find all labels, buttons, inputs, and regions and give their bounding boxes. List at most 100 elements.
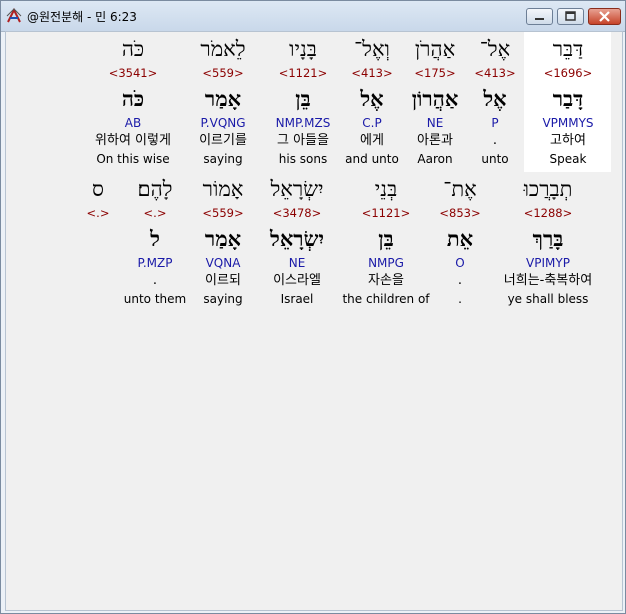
morph-code: NE — [426, 116, 444, 130]
morph-code: AB — [124, 116, 142, 130]
word-column[interactable]: ס <.> — [83, 176, 113, 310]
english-gloss: On this wise — [96, 152, 170, 166]
close-button[interactable] — [588, 8, 621, 25]
word-column[interactable]: דַּבֵּר <1696> דָּבַר VPMMYS 고하여 Speak — [523, 36, 613, 170]
strong-number: <.> — [86, 206, 110, 220]
minimize-icon — [535, 18, 544, 20]
hebrew-word: וְאֶל־ — [354, 37, 390, 61]
strong-number: <559> — [202, 66, 244, 80]
strong-number: <413> — [351, 66, 393, 80]
morph-code: C.P — [362, 116, 382, 130]
lemma-word: בֵּן — [295, 86, 311, 111]
strong-number: <1288> — [523, 206, 573, 220]
hebrew-word: לֵאמֹר — [200, 37, 246, 61]
window-title: @원전분해 - 민 6:23 — [27, 10, 137, 24]
morph-code — [83, 256, 113, 271]
english-gloss: the children of — [342, 292, 430, 306]
strong-number: <559> — [202, 206, 244, 220]
morph-code: NE — [288, 256, 306, 270]
morph-code: NMP.MZS — [275, 116, 331, 130]
lemma-word: כֹּה — [121, 86, 145, 111]
hebrew-word: יִשְׂרָאֵל — [270, 177, 324, 201]
morph-code: VPIMYP — [526, 256, 570, 270]
word-column[interactable]: כֹּה <3541> כֹּה AB 위하여 이렇게 On this wise — [78, 36, 188, 170]
korean-gloss: 그 아들을 — [277, 133, 329, 148]
strong-number: <413> — [474, 66, 516, 80]
lemma-word: יִשְׂרָאֵל — [270, 226, 324, 251]
english-gloss: saying — [203, 292, 243, 306]
korean-gloss: 너희는-축복하여 — [503, 273, 593, 288]
english-gloss: unto them — [123, 292, 187, 306]
minimize-button[interactable] — [526, 8, 553, 25]
hebrew-word: כֹּה — [121, 37, 145, 61]
hebrew-word: לָהֶם׃ — [137, 177, 173, 201]
strong-number: <3478> — [272, 206, 322, 220]
morph-code: NMPG — [368, 256, 404, 270]
korean-gloss: 이스라엘 — [273, 273, 321, 288]
hebrew-word: בָּנָיו — [289, 37, 317, 61]
app-logo-icon — [6, 8, 22, 23]
close-icon — [599, 11, 610, 22]
english-gloss: Aaron — [417, 152, 453, 166]
strong-number: <853> — [439, 206, 481, 220]
morph-code: P.VQNG — [200, 116, 246, 130]
word-column[interactable]: יִשְׂרָאֵל <3478> יִשְׂרָאֵל NE 이스라엘 Israel — [257, 176, 337, 310]
word-column[interactable]: אַהֲרֹן <175> אַהֲרוֹן NE 아론과 Aaron — [405, 36, 465, 170]
english-gloss: his sons — [278, 152, 328, 166]
english-gloss — [83, 292, 113, 307]
word-column[interactable]: לֵאמֹר <559> אָמַר P.VQNG 이르기를 saying — [183, 36, 263, 170]
hebrew-word: אַהֲרֹן — [414, 37, 456, 61]
hebrew-word: תְבָרֲכוּ — [523, 177, 573, 201]
lemma-word: אֵת — [446, 226, 474, 251]
maximize-button[interactable] — [557, 8, 584, 25]
hebrew-word: דַּבֵּר — [552, 37, 584, 61]
strong-number: <1121> — [278, 66, 328, 80]
interlinear-panel: דַּבֵּר <1696> דָּבַר VPMMYS 고하여 Speak אֶל־ <41… — [5, 31, 623, 611]
strong-number: <3541> — [108, 66, 158, 80]
word-column[interactable]: אָמוֹר <559> אָמַר VQNA 이르되 saying — [193, 176, 253, 310]
korean-gloss: 아론과 — [417, 133, 453, 148]
korean-gloss: 에게 — [360, 133, 384, 148]
korean-gloss: 자손을 — [368, 273, 404, 288]
title-bar[interactable]: @원전분해 - 민 6:23 — [1, 1, 625, 32]
hebrew-word: אֶל־ — [479, 37, 511, 61]
korean-gloss: 고하여 — [550, 133, 586, 148]
lemma-word: דָּבַר — [552, 86, 584, 111]
lemma-word: אָמַר — [204, 226, 242, 251]
english-gloss: unto — [481, 152, 509, 166]
lemma-word: אֶל — [483, 86, 507, 111]
korean-gloss: 위하여 이렇게 — [95, 133, 171, 148]
morph-code: VQNA — [205, 256, 241, 270]
strong-number: <1121> — [361, 206, 411, 220]
strong-number: <.> — [143, 206, 167, 220]
word-column[interactable]: אֶת־ <853> אֵת O.. — [430, 176, 490, 310]
lemma-word: אֶל — [360, 86, 384, 111]
korean-gloss: . — [492, 133, 498, 148]
lemma-word: בֵּן — [378, 226, 394, 251]
word-column[interactable]: בָּנָיו <1121> בֵּן NMP.MZS 그 아들을 his sons — [263, 36, 343, 170]
hebrew-word: אֶת־ — [443, 177, 477, 201]
maximize-icon — [565, 11, 576, 21]
word-column[interactable]: לָהֶם׃ <.> ל P.MZP. unto them — [120, 176, 190, 310]
word-column[interactable]: אֶל־ <413> אֶל P. unto — [465, 36, 525, 170]
strong-number: <1696> — [543, 66, 593, 80]
strong-number: <175> — [414, 66, 456, 80]
korean-gloss: . — [152, 273, 158, 288]
morph-code: O — [455, 256, 465, 270]
english-gloss: Israel — [280, 292, 314, 306]
word-column[interactable]: בְּנֵי <1121> בֵּן NMPG 자손을 the children of — [336, 176, 436, 310]
word-column[interactable]: תְבָרֲכוּ <1288> בָּרַךְ VPIMYP 너희는-축복하여 ye s… — [488, 176, 608, 310]
word-column[interactable]: וְאֶל־ <413> אֶל C.P 에게 and unto — [342, 36, 402, 170]
hebrew-word: בְּנֵי — [374, 177, 398, 201]
lemma-word: ל — [150, 226, 160, 251]
morph-code: P.MZP — [137, 256, 173, 270]
lemma-word: אָמַר — [204, 86, 242, 111]
english-gloss: saying — [203, 152, 243, 166]
english-gloss: Speak — [549, 152, 587, 166]
lemma-word: בָּרַךְ — [532, 226, 564, 251]
app-window: @원전분해 - 민 6:23 דַּבֵּר <1696> דָּבַר VPMMYS… — [0, 0, 626, 614]
korean-gloss: . — [457, 273, 463, 288]
hebrew-word: ס — [92, 177, 104, 201]
korean-gloss: 이르기를 — [199, 133, 247, 148]
english-gloss: and unto — [345, 152, 399, 166]
